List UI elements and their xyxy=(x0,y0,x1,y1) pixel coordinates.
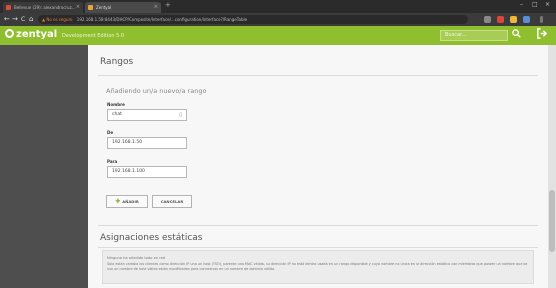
extension-icon[interactable] xyxy=(510,16,517,23)
name-field[interactable]: chat ▯ xyxy=(107,109,187,121)
logout-icon[interactable] xyxy=(536,28,548,42)
field-clear-icon[interactable]: ▯ xyxy=(179,110,182,120)
tab-favicon-icon xyxy=(88,5,93,10)
tab-close-icon[interactable]: × xyxy=(154,2,158,13)
static-assignments-title: Asignaciones estáticas xyxy=(100,233,203,243)
form-subtitle: Añadiendo un/a nuevo/a rango xyxy=(106,87,207,95)
not-secure-indicator[interactable]: ▲ No es seguro xyxy=(42,17,73,22)
info-title: Ninguna ha añadido todo en red xyxy=(107,256,166,260)
plus-icon: ✚ xyxy=(115,198,121,205)
maximize-button[interactable]: □ xyxy=(532,1,538,8)
minimize-button[interactable]: – xyxy=(520,1,523,8)
browser-menu-icon[interactable] xyxy=(540,16,543,23)
from-label: De xyxy=(107,130,114,135)
range-to-field[interactable]: 192.168.1.100 xyxy=(107,166,187,178)
browser-toolbar: ← → C ⌂ ▲ No es seguro 192.168.1.58:8443… xyxy=(0,13,556,26)
divider xyxy=(98,247,538,248)
add-button[interactable]: ✚ AÑADIR xyxy=(106,195,148,208)
browser-tab-2[interactable]: Zentyal × xyxy=(85,2,161,13)
close-window-button[interactable]: × xyxy=(545,1,550,8)
browser-tab-strip: Bellevue (29): alexandrocruz... × Zentya… xyxy=(0,0,556,13)
zentyal-logo[interactable]: zentyal xyxy=(5,29,57,40)
tab-close-icon[interactable]: × xyxy=(76,2,80,13)
range-from-field[interactable]: 192.168.1.50 xyxy=(107,137,187,149)
search-icon[interactable] xyxy=(512,29,521,41)
tab-label: Bellevue (29): alexandrocruz... xyxy=(14,5,76,10)
logo-ring-icon xyxy=(5,29,14,38)
scrollbar-thumb[interactable] xyxy=(549,190,555,252)
edition-label: Development Edition 5.0 xyxy=(62,33,125,39)
name-label: Nombre xyxy=(107,102,125,107)
search-input[interactable]: Buscar... xyxy=(440,30,508,41)
cancel-button[interactable]: CANCELAR xyxy=(152,195,192,208)
main-content: Rangos Añadiendo un/a nuevo/a rango Nomb… xyxy=(88,45,548,288)
tab-label: Zentyal xyxy=(96,5,112,10)
bookmark-star-icon[interactable] xyxy=(484,16,491,23)
reload-icon[interactable]: C xyxy=(21,15,25,24)
url-text: 192.168.1.58:8443/DHCP/Composite/Interfa… xyxy=(76,17,248,22)
tab-favicon-icon xyxy=(6,5,11,10)
new-tab-button[interactable]: + xyxy=(165,1,171,9)
home-icon[interactable]: ⌂ xyxy=(29,15,33,24)
page-title: Rangos xyxy=(100,57,134,67)
static-info-box: Ninguna ha añadido todo en red Solo está… xyxy=(102,250,534,284)
extension-icon[interactable] xyxy=(497,16,504,23)
info-text: Solo están cambio los clientes como dire… xyxy=(107,262,528,271)
app-header: zentyal Development Edition 5.0 Buscar..… xyxy=(0,26,556,45)
divider xyxy=(98,225,538,226)
forward-icon[interactable]: → xyxy=(12,15,18,24)
left-menu xyxy=(0,45,88,288)
back-icon[interactable]: ← xyxy=(4,15,10,24)
address-bar[interactable]: ▲ No es seguro 192.168.1.58:8443/DHCP/Co… xyxy=(38,15,468,24)
divider xyxy=(98,75,538,76)
to-label: Para xyxy=(107,159,118,164)
browser-tab-1[interactable]: Bellevue (29): alexandrocruz... × xyxy=(3,2,83,13)
extension-icon[interactable] xyxy=(523,16,530,23)
